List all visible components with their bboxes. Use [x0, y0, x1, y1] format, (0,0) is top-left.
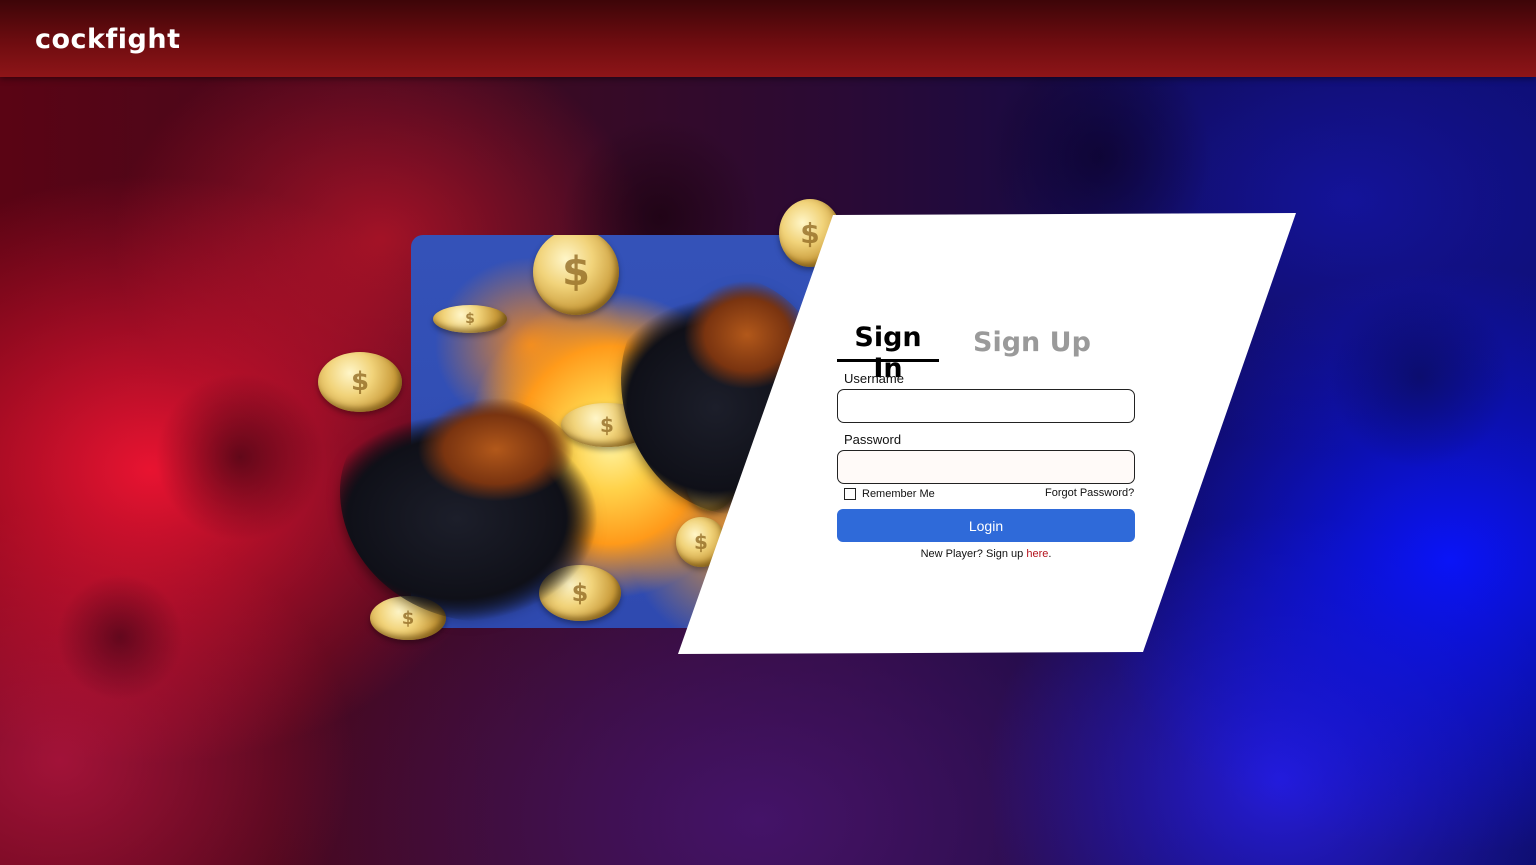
sign-up-here-link[interactable]: here	[1026, 548, 1048, 560]
tab-sign-up[interactable]: Sign Up	[971, 322, 1093, 362]
new-player-suffix: .	[1048, 548, 1052, 560]
coin-icon: $	[318, 352, 402, 412]
new-player-prefix: New Player? Sign up	[920, 548, 1027, 560]
remember-me-option[interactable]: Remember Me	[844, 487, 935, 501]
new-player-text: New Player? Sign up here.	[837, 548, 1135, 560]
password-label: Password	[844, 432, 902, 447]
password-input[interactable]	[837, 450, 1135, 484]
remember-me-checkbox[interactable]	[844, 488, 856, 500]
top-bar: cockfight	[0, 0, 1536, 77]
coin-icon: $	[533, 235, 619, 315]
forgot-password-link[interactable]: Forgot Password?	[1045, 487, 1134, 499]
coin-icon: $	[433, 305, 507, 333]
username-input[interactable]	[837, 389, 1135, 423]
remember-me-label: Remember Me	[862, 488, 935, 500]
auth-tabs: Sign In Sign Up	[837, 322, 1137, 384]
username-label: Username	[844, 371, 904, 386]
login-button[interactable]: Login	[837, 509, 1135, 542]
tab-sign-in[interactable]: Sign In	[837, 322, 939, 384]
logo[interactable]: cockfight	[35, 24, 180, 55]
